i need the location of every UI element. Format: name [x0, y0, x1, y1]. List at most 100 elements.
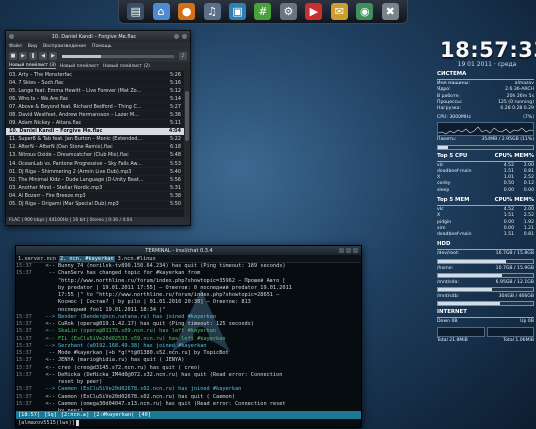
message-time	[16, 299, 38, 306]
playlist-row-current[interactable]: 10. Daniel Kandi – Forgive Me.flac 4:04	[6, 127, 184, 136]
playlist-row[interactable]: 03. Arty – The Monsterfac 5:26	[6, 71, 184, 80]
image-viewer-icon[interactable]: ▣	[229, 3, 247, 20]
memory-label: Память:	[437, 137, 457, 143]
irc-input-line[interactable]: [almazov5515(lws)]	[16, 419, 361, 427]
irc-message-line: reset by peer)	[16, 379, 361, 386]
terminal-titlebar[interactable]: TERMINAL - irssi/chat 0.3.4	[16, 246, 361, 255]
playlist: 03. Arty – The Monsterfac 5:26 04. 7 Skies…	[6, 71, 184, 217]
irc-message-line: 15:37 -- Mode #kayerkan [+b *g!*t@01380.s5…	[16, 350, 361, 357]
message-time: 15:37	[16, 313, 32, 320]
playlist-row[interactable]: 12. AfterN – AfterN (Dan Stone Remix).fl…	[6, 144, 184, 152]
message-prefix: -->	[45, 342, 55, 349]
playlist-row[interactable]: 05. Lange feat. Emma Hewitt – Live Forev…	[6, 87, 184, 96]
playlist-row[interactable]: 06. Who.ts – We.Are.flac 5:14	[6, 95, 184, 104]
top-cpu-list: vlc 4.52 2.00 deadbeef-main 1.51 0.81 X 1.01 2.5…	[437, 163, 534, 194]
settings-icon[interactable]: ⚙	[279, 3, 297, 20]
menu-help[interactable]: Помощь	[92, 44, 112, 49]
playlist-row[interactable]: 07. Above & Beyond feat. Richard Bedford…	[6, 103, 184, 112]
playlist-row[interactable]: 11. Super8 & Tab feat. Jan Burton – Moni…	[6, 136, 184, 144]
media-icon[interactable]: ▶	[305, 3, 323, 20]
message-time: 15:37	[16, 263, 32, 269]
process-cpu: 1.51	[503, 231, 514, 237]
pause-icon[interactable]: ❚	[29, 52, 37, 60]
memory-row: Память: 354MB / 2.95GB (11%)	[437, 137, 534, 143]
menu-view[interactable]: Вид	[28, 44, 37, 49]
scrollbar-thumb[interactable]	[185, 91, 189, 141]
message-time	[16, 285, 38, 292]
playlist-row[interactable]: 04. 7 Skies – Such.flac 5:16	[6, 79, 184, 88]
disk-usage: 304GB / 466GB	[498, 293, 534, 299]
tab-playlist-3[interactable]: Новый плейлист (3)	[9, 63, 56, 69]
close-icon[interactable]	[182, 34, 187, 39]
track-title: 13. Nitrous Oxide – Dreamcatcher (Club M…	[9, 152, 129, 159]
message-text: JENYA (mario@hidia.ru) has quit ( JENYA)	[58, 357, 185, 364]
trash-icon[interactable]: ✖	[381, 3, 399, 20]
player-statusbar: FLAC | 900 kbps | 44100Hz | 16 bit | Ste…	[6, 217, 190, 225]
play-icon[interactable]: ▶	[19, 52, 27, 60]
file-manager-icon[interactable]: ⌂	[152, 3, 170, 20]
message-text: reset by peer)	[58, 379, 103, 385]
track-title: 05. Lange feat. Emma Hewitt – Live Forev…	[9, 87, 142, 94]
message-time: 15:37	[16, 335, 32, 342]
playlist-row[interactable]: 14. OceanLab vs. Pantone Progressive – S…	[6, 160, 184, 169]
close-icon[interactable]	[353, 248, 358, 253]
menu-file[interactable]: Файл	[9, 44, 22, 49]
message-prefix: <--	[45, 371, 55, 378]
minimize-icon[interactable]	[174, 34, 179, 39]
next-icon[interactable]: ▶	[49, 52, 57, 60]
playlist-row[interactable]: 09. Adam Nickey – Attara.flac 5:11	[6, 120, 184, 128]
disk-usage-bar	[437, 286, 534, 292]
irc-channel-tab[interactable]: 1.server.ncn	[18, 256, 56, 262]
irc-message-line: 17:55 |" to "http://www.northline.ru/for…	[16, 292, 361, 299]
irc-message-line: by predator | 19.01.2011 17:55] – Ответо…	[16, 285, 361, 292]
playlist-row[interactable]: 08. David Westfeet, Andrew Hermansson – …	[6, 111, 184, 120]
track-duration: 5:22	[170, 136, 181, 143]
top-cpu-col-mem: MEM%	[514, 152, 534, 159]
message-prefix: --	[48, 350, 55, 356]
playlist-row[interactable]: 01. DJ Riga – Shimmering 2 (Armin Live D…	[6, 168, 184, 177]
player-titlebar[interactable]: 10. Daniel Kandi – Forgive Me.flac	[6, 31, 190, 42]
stop-icon[interactable]: ■	[9, 52, 17, 60]
irc-channel-tab[interactable]: 3.ncn.#linux	[118, 256, 156, 262]
playlist-scrollbar[interactable]	[184, 71, 190, 217]
playlist-row[interactable]: 13. Nitrous Oxide – Dreamcatcher (Club M…	[6, 152, 184, 161]
irc-prompt: [almazov5515(lws)]	[18, 420, 75, 426]
volume-icon[interactable]: ♪	[179, 52, 187, 60]
disk-usage: 10.7GB / 15.9GB	[495, 265, 534, 271]
process-row: deadbeef-main 1.51 0.81	[437, 232, 534, 238]
menu-playback[interactable]: Воспроизведение	[43, 44, 86, 49]
track-duration: 5:12	[170, 87, 181, 94]
playlist-row[interactable]: 05. DJ Riga – Origami (Mar Special Dub).…	[6, 201, 184, 209]
playlist-row[interactable]: 02. The Minimal Kidz – Dude Language (D-…	[6, 176, 184, 185]
seek-bar[interactable]	[62, 54, 174, 58]
disk-row: /mnt/sda: 6.95GB / 12.1GB	[437, 280, 534, 286]
tab-playlist-1[interactable]: Новый плейлист	[60, 64, 99, 69]
statusbar-segment: [2:#kayerkan(	[93, 412, 135, 418]
playlist-row[interactable]: 04. Al Bozarr – Fire Breeze.mp3 5:38	[6, 192, 184, 201]
minimize-icon[interactable]	[339, 248, 344, 253]
message-prefix: --	[48, 270, 55, 277]
network-icon[interactable]: ◉	[356, 3, 374, 20]
message-text: CuRok (opera@019.1.42.17) has quit (Ping…	[58, 321, 254, 327]
firefox-icon[interactable]: ●	[178, 3, 196, 20]
download-speed: Down 0B	[437, 319, 458, 325]
top-mem-heading: Top 5 MEM	[437, 196, 470, 203]
track-title: 01. DJ Riga – Shimmering 2 (Armin Live D…	[9, 168, 132, 175]
playlist-row[interactable]: 03. Another Mind – Stellar Nordic.mp3 5:3…	[6, 184, 184, 193]
track-duration: 5:48	[170, 152, 181, 159]
music-player-icon[interactable]: ♫	[203, 3, 221, 20]
tab-playlist-2[interactable]: Новый плейлист (2)	[103, 64, 150, 69]
message-time	[16, 307, 38, 314]
seek-bar-fill	[62, 54, 102, 58]
irc-channel-tab[interactable]: 2. ncn. #kayerkan	[58, 255, 115, 262]
mail-icon[interactable]: ✉	[330, 3, 348, 20]
terminal-window-buttons	[339, 248, 358, 253]
window-menu-icon[interactable]	[9, 34, 14, 39]
message-time: 15:37	[16, 371, 32, 378]
statusbar-segment: [Sq]	[44, 412, 57, 418]
track-duration: 5:38	[170, 192, 181, 199]
previous-icon[interactable]: ◀	[39, 52, 47, 60]
chat-icon[interactable]: #	[254, 3, 272, 20]
maximize-icon[interactable]	[346, 248, 351, 253]
terminal-icon[interactable]: ▤	[127, 3, 145, 20]
